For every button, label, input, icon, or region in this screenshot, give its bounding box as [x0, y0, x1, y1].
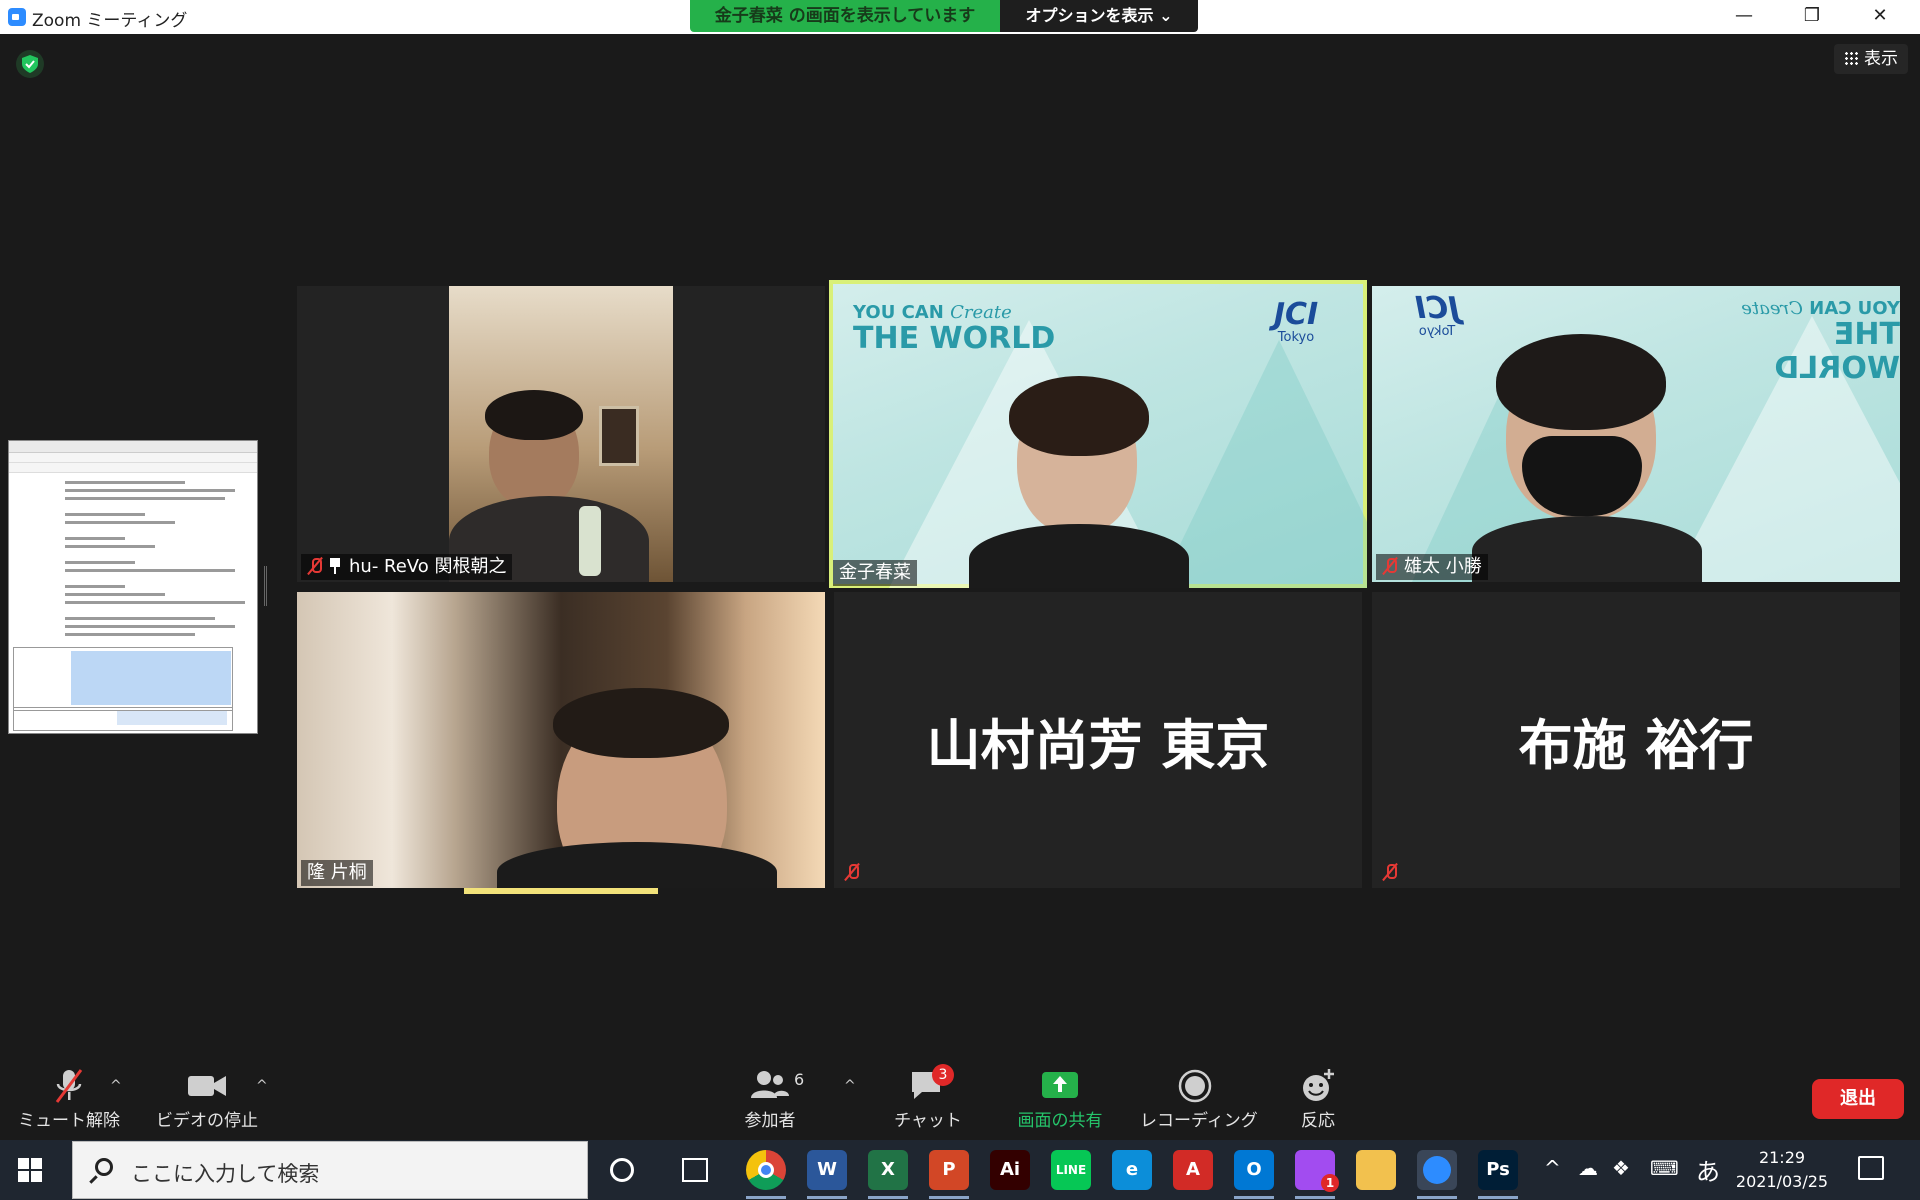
taskbar-explorer-icon[interactable] — [1356, 1150, 1396, 1190]
windows-start-icon[interactable] — [18, 1158, 42, 1182]
taskbar-running-indicator — [1234, 1196, 1274, 1199]
taskbar-edge-icon[interactable]: e — [1112, 1150, 1152, 1190]
minimize-button[interactable]: — — [1716, 0, 1772, 32]
stop-video-button[interactable]: ビデオの停止 — [152, 1060, 262, 1140]
screen-share-banner: 金子春菜 の画面を表示しています — [690, 0, 1000, 32]
window-title: Zoom ミーティング — [32, 11, 188, 31]
record-icon — [1178, 1069, 1212, 1103]
participants-options-caret[interactable]: ^ — [844, 1078, 856, 1094]
taskbar-illustrator-icon[interactable]: Ai — [990, 1150, 1030, 1190]
mic-muted-icon — [307, 557, 323, 575]
share-screen-icon — [1042, 1072, 1078, 1098]
taskbar-excel-icon[interactable]: X — [868, 1150, 908, 1190]
taskbar-acrobat-icon[interactable]: A — [1173, 1150, 1213, 1190]
video-options-caret[interactable]: ^ — [256, 1078, 268, 1094]
video-tile-participant-1[interactable]: hu- ReVo 関根朝之 — [297, 286, 825, 582]
windows-taskbar: ここに入力して検索 W X P Ai LINE e A O 1 Ps ^ ☁ ❖ ⌨ あ 21:2… — [0, 1140, 1920, 1200]
taskbar-messenger-icon[interactable]: 1 — [1295, 1150, 1339, 1192]
video-tile-participant-4[interactable]: 隆 片桐 — [297, 592, 825, 888]
search-icon — [95, 1158, 113, 1176]
dropbox-icon[interactable]: ❖ — [1612, 1156, 1630, 1180]
chat-unread-badge: 3 — [932, 1064, 954, 1086]
taskbar-running-indicator — [807, 1196, 847, 1199]
security-shield-icon[interactable] — [16, 50, 44, 78]
view-options-button[interactable]: オプションを表示 ⌄ — [1000, 0, 1198, 32]
tagline-text: YOU CAN Create THE WORLD — [853, 302, 1056, 356]
active-speaker-indicator — [464, 888, 658, 894]
taskbar-outlook-icon[interactable]: O — [1234, 1150, 1274, 1190]
close-button[interactable]: ✕ — [1852, 0, 1908, 32]
unmute-button[interactable]: ミュート解除 — [14, 1060, 124, 1140]
video-tile-participant-6[interactable]: 布施 裕行 — [1372, 592, 1900, 888]
face-mask — [1522, 436, 1642, 516]
keyboard-icon[interactable]: ⌨ — [1650, 1156, 1679, 1180]
tray-overflow-chevron-icon[interactable]: ^ — [1544, 1156, 1561, 1180]
mic-muted-icon — [1382, 557, 1398, 575]
title-bar: Zoom ミーティング 金子春菜 の画面を表示しています オプションを表示 ⌄ … — [0, 0, 1920, 34]
taskbar-badge: 1 — [1321, 1174, 1339, 1192]
audio-options-caret[interactable]: ^ — [110, 1078, 122, 1094]
taskbar-running-indicator — [1478, 1196, 1518, 1199]
mic-muted-icon — [844, 863, 860, 881]
zoom-app-icon — [8, 8, 26, 26]
chat-button[interactable]: 3 チャット — [880, 1060, 976, 1140]
participant-name-label: hu- ReVo 関根朝之 — [301, 554, 513, 580]
participant-name-label — [838, 860, 872, 886]
taskbar-running-indicator — [868, 1196, 908, 1199]
taskbar-photoshop-icon[interactable]: Ps — [1478, 1150, 1518, 1190]
taskbar-word-icon[interactable]: W — [807, 1150, 847, 1190]
view-layout-button[interactable]: 表示 — [1834, 44, 1908, 74]
panel-splitter-handle[interactable] — [264, 566, 267, 606]
task-view-icon[interactable] — [682, 1158, 708, 1182]
meeting-toolbar: ミュート解除 ^ ビデオの停止 ^ 6 参加者 ^ 3 チャット 画面の共有 レ… — [0, 1060, 1920, 1140]
participant-name-label — [1376, 860, 1410, 886]
participant-name-label: 金子春菜 — [833, 560, 917, 586]
leave-meeting-button[interactable]: 退出 — [1812, 1079, 1904, 1119]
share-screen-button[interactable]: 画面の共有 — [1008, 1060, 1112, 1140]
participant-display-name: 山村尚芳 東京 — [926, 713, 1270, 777]
video-camera-icon — [188, 1076, 226, 1096]
reactions-button[interactable]: 反応 — [1276, 1060, 1360, 1140]
mic-muted-icon — [55, 1069, 83, 1103]
tagline-text: YOU CAN Create THE WORLD — [1741, 298, 1900, 386]
smiley-add-icon — [1303, 1069, 1334, 1101]
onedrive-cloud-icon[interactable]: ☁ — [1578, 1156, 1598, 1180]
grid-icon — [1844, 51, 1858, 65]
maximize-button[interactable]: ❐ — [1784, 0, 1840, 32]
participant-name-label: 雄太 小勝 — [1376, 554, 1488, 580]
mic-muted-icon — [1382, 863, 1398, 881]
taskbar-running-indicator — [1417, 1196, 1457, 1199]
shared-screen-thumbnail[interactable] — [8, 440, 258, 734]
ime-indicator[interactable]: あ — [1696, 1152, 1720, 1187]
participants-count: 6 — [794, 1070, 805, 1089]
pin-icon — [329, 558, 341, 574]
participant-display-name: 布施 裕行 — [1518, 713, 1754, 777]
jci-logo: JCI Tokyo — [1273, 297, 1319, 346]
taskbar-running-indicator — [746, 1196, 786, 1199]
taskbar-running-indicator — [929, 1196, 969, 1199]
taskbar-powerpoint-icon[interactable]: P — [929, 1150, 969, 1190]
participants-button[interactable]: 6 参加者 — [730, 1060, 810, 1140]
notification-center-icon[interactable] — [1858, 1156, 1884, 1180]
cortana-icon[interactable] — [610, 1158, 634, 1182]
taskbar-clock[interactable]: 21:29 2021/03/25 — [1730, 1146, 1834, 1194]
video-feed — [449, 286, 673, 582]
participants-icon — [751, 1071, 789, 1098]
taskbar-running-indicator — [1295, 1196, 1335, 1199]
participant-name-label: 隆 片桐 — [301, 860, 373, 886]
recording-button[interactable]: レコーディング — [1140, 1060, 1258, 1140]
taskbar-zoom-icon[interactable] — [1417, 1150, 1457, 1190]
taskbar-line-icon[interactable]: LINE — [1051, 1150, 1091, 1190]
jci-logo: JCI Tokyo — [1414, 291, 1460, 339]
video-tile-participant-3[interactable]: JCI Tokyo YOU CAN Create THE WORLD 雄太 小勝 — [1372, 286, 1900, 582]
taskbar-search-input[interactable]: ここに入力して検索 — [72, 1141, 588, 1199]
video-tile-participant-5[interactable]: 山村尚芳 東京 — [834, 592, 1362, 888]
video-tile-participant-2[interactable]: YOU CAN Create THE WORLD JCI Tokyo 金子春菜 — [829, 280, 1367, 588]
taskbar-chrome-icon[interactable] — [746, 1150, 786, 1190]
